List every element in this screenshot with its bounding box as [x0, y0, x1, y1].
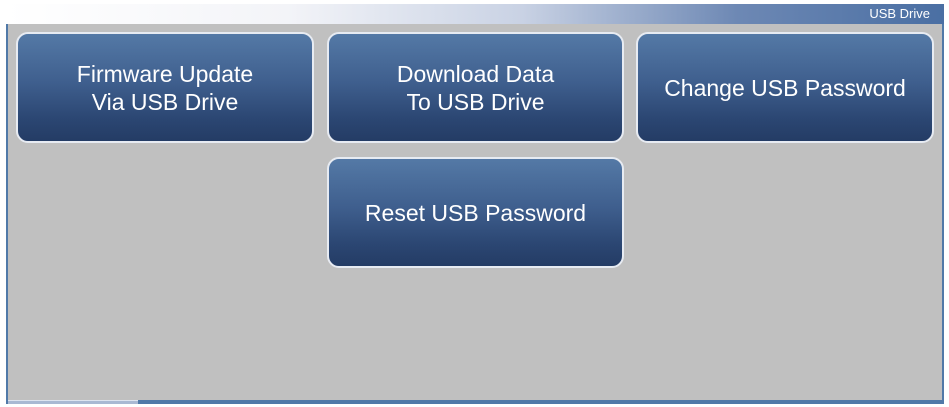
main-content: Firmware Update Via USB Drive Download D… [8, 24, 942, 400]
firmware-update-button[interactable]: Firmware Update Via USB Drive [16, 32, 314, 143]
download-data-label-line1: Download Data [396, 60, 555, 87]
change-usb-password-label: Change USB Password [664, 74, 906, 101]
download-data-button[interactable]: Download Data To USB Drive [327, 32, 624, 143]
firmware-update-label-line2: Via USB Drive [91, 88, 239, 115]
title-bar: USB Drive [6, 4, 944, 24]
reset-usb-password-label: Reset USB Password [364, 199, 587, 226]
download-data-label-line2: To USB Drive [406, 88, 545, 115]
reset-usb-password-button[interactable]: Reset USB Password [327, 157, 624, 268]
firmware-update-label-line1: Firmware Update [76, 60, 254, 87]
app-window: USB Drive Firmware Update Via USB Drive … [6, 4, 944, 404]
change-usb-password-button[interactable]: Change USB Password [636, 32, 934, 143]
page-title: USB Drive [869, 6, 930, 21]
status-bar [8, 400, 138, 404]
